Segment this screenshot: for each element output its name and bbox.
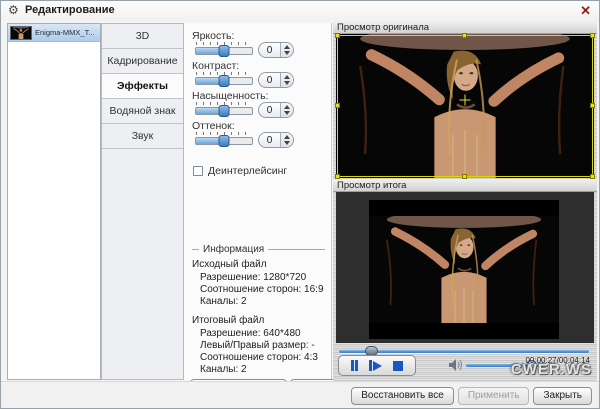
tab-3d[interactable]: 3D: [102, 24, 183, 49]
output-file-heading: Итоговый файл: [192, 315, 264, 326]
speaker-icon: [448, 358, 464, 372]
hue-slider[interactable]: [195, 132, 253, 148]
brightness-slider[interactable]: [195, 42, 253, 58]
result-preview-label: Просмотр итога: [333, 179, 597, 192]
title-bar: ⚙ Редактирование ✕: [1, 1, 599, 21]
spin-up-icon[interactable]: [284, 75, 290, 79]
contrast-label: Контраст:: [192, 60, 239, 72]
contrast-spinner[interactable]: 0: [258, 72, 294, 88]
footer-bar: Восстановить все Применить Закрыть: [1, 381, 599, 409]
spinner-value: 0: [259, 45, 280, 56]
spin-down-icon[interactable]: [284, 81, 290, 85]
spin-up-icon[interactable]: [284, 105, 290, 109]
tab-watermark[interactable]: Водяной знак: [102, 99, 183, 124]
gear-icon: ⚙: [8, 3, 19, 17]
spin-up-icon[interactable]: [284, 135, 290, 139]
output-channels: Каналы: 2: [200, 364, 247, 375]
result-letterbox: [369, 200, 559, 339]
edit-dialog: ⚙ Редактирование ✕ Enigma-MMX_T... 3D Ка…: [0, 0, 600, 409]
close-button[interactable]: Закрыть: [533, 387, 592, 405]
hue-label: Оттенок:: [192, 120, 235, 132]
source-resolution: Разрешение: 1280*720: [200, 272, 306, 283]
tab-crop[interactable]: Кадрирование: [102, 49, 183, 74]
contrast-slider[interactable]: [195, 72, 253, 88]
result-video-frame: [369, 216, 559, 323]
pause-button[interactable]: [351, 360, 358, 372]
original-preview[interactable]: [336, 34, 594, 178]
saturation-slider[interactable]: [195, 102, 253, 118]
tab-column: 3D Кадрирование Эффекты Водяной знак Зву…: [101, 23, 184, 380]
output-lr-size: Левый/Правый размер: -: [200, 340, 315, 351]
output-resolution: Разрешение: 640*480: [200, 328, 301, 339]
transport-button-group: [338, 355, 416, 376]
spinner-buttons[interactable]: [280, 73, 293, 87]
source-aspect: Соотношение сторон: 16:9: [200, 284, 324, 295]
file-list-item-selected[interactable]: Enigma-MMX_T...: [8, 24, 100, 42]
output-aspect: Соотношение сторон: 4:3: [200, 352, 318, 363]
slider-thumb[interactable]: [219, 45, 230, 57]
stop-button[interactable]: [393, 360, 403, 372]
watermark-text: CWER.WS: [511, 361, 592, 378]
deinterlace-label: Деинтерлейсинг: [208, 165, 287, 177]
slider-thumb[interactable]: [219, 135, 230, 147]
spinner-value: 0: [259, 105, 280, 116]
file-name: Enigma-MMX_T...: [35, 28, 95, 37]
spinner-buttons[interactable]: [280, 133, 293, 147]
close-icon[interactable]: ✕: [580, 3, 591, 19]
effects-panel: Яркость: 0 Контраст: 0 Насыщенность: 0: [184, 23, 332, 380]
spinner-value: 0: [259, 75, 280, 86]
play-button[interactable]: [369, 360, 382, 372]
brightness-label: Яркость:: [192, 30, 234, 42]
info-group-title: Информация: [192, 244, 325, 255]
tab-effects[interactable]: Эффекты: [102, 74, 183, 99]
tab-audio[interactable]: Звук: [102, 124, 183, 149]
deinterlace-checkbox[interactable]: Деинтерлейсинг: [193, 165, 287, 177]
spin-down-icon[interactable]: [284, 111, 290, 115]
spin-down-icon[interactable]: [284, 51, 290, 55]
saturation-label: Насыщенность:: [192, 90, 268, 102]
spin-up-icon[interactable]: [284, 45, 290, 49]
slider-thumb[interactable]: [219, 75, 230, 87]
brightness-spinner[interactable]: 0: [258, 42, 294, 58]
restore-all-button[interactable]: Восстановить все: [351, 387, 454, 405]
file-list: Enigma-MMX_T...: [7, 23, 101, 380]
spinner-value: 0: [259, 135, 280, 146]
result-preview: [336, 192, 594, 343]
checkbox-box[interactable]: [193, 166, 203, 176]
original-video-frame: [336, 34, 594, 178]
hue-spinner[interactable]: 0: [258, 132, 294, 148]
spinner-buttons[interactable]: [280, 43, 293, 57]
saturation-spinner[interactable]: 0: [258, 102, 294, 118]
preview-panel: Просмотр оригинала Просмотр итога: [333, 21, 597, 381]
spin-down-icon[interactable]: [284, 141, 290, 145]
slider-thumb[interactable]: [219, 105, 230, 117]
spinner-buttons[interactable]: [280, 103, 293, 117]
playback-controls: 00:00:27/00:04:14 CWER.WS: [338, 355, 592, 377]
original-preview-label: Просмотр оригинала: [333, 21, 597, 34]
dialog-title: Редактирование: [25, 4, 115, 16]
apply-button[interactable]: Применить: [458, 387, 530, 405]
source-channels: Каналы: 2: [200, 296, 247, 307]
file-thumbnail: [10, 26, 32, 40]
source-file-heading: Исходный файл: [192, 259, 267, 270]
